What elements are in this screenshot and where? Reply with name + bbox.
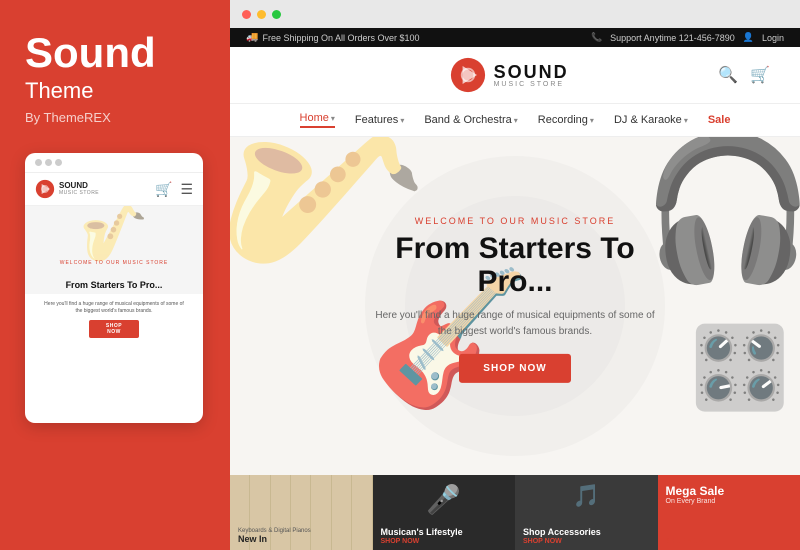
mobile-top-bar <box>25 153 203 173</box>
truck-icon: 🚚 <box>246 32 258 43</box>
announce-right: 📞 Support Anytime 121-456-7890 👤 Login <box>591 32 784 43</box>
hero-description: Here you'll find a huge range of musical… <box>375 308 655 340</box>
category-lifestyle-label: Musican's Lifestyle <box>381 527 508 538</box>
mobile-hero-title: From Starters To Pro... <box>25 280 203 290</box>
hero-main-title: From Starters To Pro... <box>375 232 655 298</box>
logo-tagline: MUSIC STORE <box>494 81 569 88</box>
category-accessories-overlay: Shop Accessories SHOP NOW <box>515 522 658 550</box>
mobile-welcome-text: WELCOME TO OUR MUSIC STORE <box>25 260 203 266</box>
right-panel: 🚚 Free Shipping On All Orders Over $100 … <box>230 0 800 550</box>
category-accessories-tag: SHOP NOW <box>523 538 650 545</box>
browser-dot-red <box>242 10 251 19</box>
header-icons: 🔍 🛒 <box>718 65 770 85</box>
mobile-hero-content: From Starters To Pro... <box>25 280 203 290</box>
nav-recording-label: Recording <box>538 114 588 126</box>
hero-section: 🎷 🎸 🎧 🎛️ WELCOME TO OUR MUSIC STORE From… <box>230 137 800 475</box>
category-sale-overlay: SHOP NOW <box>658 533 800 550</box>
browser-dot-green <box>272 10 281 19</box>
category-lifestyle[interactable]: 🎤 Musican's Lifestyle SHOP NOW <box>373 475 516 550</box>
hero-welcome-text: WELCOME TO OUR MUSIC STORE <box>375 216 655 226</box>
announce-support: Support Anytime 121-456-7890 <box>610 33 735 43</box>
hero-headphones: 🎧 <box>641 137 800 291</box>
left-panel: Sound Theme By ThemeREX SOUND MUSIC STOR… <box>0 0 230 550</box>
mobile-body-content: Here you'll find a huge range of musical… <box>25 294 203 338</box>
theme-author: By ThemeREX <box>25 110 205 125</box>
nav-item-recording[interactable]: Recording ▾ <box>538 114 594 126</box>
category-accessories[interactable]: 🎵 Shop Accessories SHOP NOW <box>515 475 658 550</box>
category-piano-label: New In <box>238 534 365 545</box>
mega-sale-sub: On Every Brand <box>666 498 725 505</box>
category-sale-tag: SHOP NOW <box>666 538 793 545</box>
hero-dj-equipment: 🎛️ <box>690 321 790 415</box>
mobile-window-dots <box>35 159 62 166</box>
nav-dj-label: DJ & Karaoke <box>614 114 682 126</box>
nav-band-label: Band & Orchestra <box>424 114 511 126</box>
announce-left: 🚚 Free Shipping On All Orders Over $100 <box>246 32 420 43</box>
category-piano-overlay: Keyboards & Digital Pianos New In <box>230 523 373 550</box>
browser-chrome <box>230 0 800 28</box>
mobile-logo: SOUND MUSIC STORE <box>35 179 99 199</box>
mobile-dot-3 <box>55 159 62 166</box>
theme-subtitle: Theme <box>25 78 205 104</box>
category-sale[interactable]: Mega Sale On Every Brand SHOP NOW <box>658 475 800 550</box>
nav-item-features[interactable]: Features ▾ <box>355 114 404 126</box>
mobile-header-icons: 🛒 ☰ <box>155 181 193 198</box>
logo-icon <box>450 57 486 93</box>
mega-sale-title: Mega Sale <box>666 485 725 498</box>
announcement-bar: 🚚 Free Shipping On All Orders Over $100 … <box>230 28 800 47</box>
nav-band-chevron: ▾ <box>514 116 518 125</box>
mobile-mockup: SOUND MUSIC STORE 🛒 ☰ 🎷 WELCOME TO OUR M… <box>25 153 203 423</box>
announce-login: Login <box>762 33 784 43</box>
site-header: SOUND MUSIC STORE 🔍 🛒 <box>230 47 800 104</box>
mobile-dot-1 <box>35 159 42 166</box>
logo-text-block: SOUND MUSIC STORE <box>494 63 569 88</box>
nav-item-home[interactable]: Home ▾ <box>300 112 335 128</box>
mobile-hero-desc: Here you'll find a huge range of musical… <box>33 299 195 315</box>
nav-home-label: Home <box>300 112 329 124</box>
mobile-logo-text: SOUND <box>59 182 99 190</box>
logo-name: SOUND <box>494 63 569 81</box>
theme-title: Sound <box>25 30 205 76</box>
mobile-hero: 🎷 WELCOME TO OUR MUSIC STORE From Starte… <box>25 206 203 294</box>
nav-bar: Home ▾ Features ▾ Band & Orchestra ▾ Rec… <box>230 104 800 137</box>
accessories-icon: 🎵 <box>573 483 600 509</box>
browser-dot-yellow <box>257 10 266 19</box>
support-icon: 📞 <box>591 32 602 43</box>
category-piano[interactable]: Keyboards & Digital Pianos New In <box>230 475 373 550</box>
hero-content: WELCOME TO OUR MUSIC STORE From Starters… <box>375 216 655 383</box>
nav-sale-label: Sale <box>708 114 731 126</box>
mega-sale-content: Mega Sale On Every Brand <box>666 485 725 505</box>
nav-recording-chevron: ▾ <box>590 116 594 125</box>
category-accessories-label: Shop Accessories <box>523 527 650 538</box>
mobile-logo-sub: MUSIC STORE <box>59 190 99 196</box>
user-icon: 👤 <box>743 32 754 43</box>
category-lifestyle-overlay: Musican's Lifestyle SHOP NOW <box>373 522 516 550</box>
mobile-header: SOUND MUSIC STORE 🛒 ☰ <box>25 173 203 206</box>
header-search-icon[interactable]: 🔍 <box>718 65 738 85</box>
nav-features-label: Features <box>355 114 398 126</box>
nav-item-sale[interactable]: Sale <box>708 114 731 126</box>
category-lifestyle-tag: SHOP NOW <box>381 538 508 545</box>
announce-shipping: Free Shipping On All Orders Over $100 <box>262 33 419 43</box>
nav-dj-chevron: ▾ <box>684 116 688 125</box>
mobile-sax-image: 🎷 <box>80 206 148 266</box>
site-logo: SOUND MUSIC STORE <box>450 57 569 93</box>
mobile-shop-button[interactable]: SHOP NOW <box>89 320 139 338</box>
microphone-icon: 🎤 <box>426 483 461 516</box>
nav-features-chevron: ▾ <box>400 116 404 125</box>
nav-item-band[interactable]: Band & Orchestra ▾ <box>424 114 517 126</box>
mobile-logo-icon <box>35 179 55 199</box>
nav-item-dj[interactable]: DJ & Karaoke ▾ <box>614 114 688 126</box>
hero-cta-button[interactable]: SHOP NOW <box>459 354 570 383</box>
header-cart-icon[interactable]: 🛒 <box>750 65 770 85</box>
nav-home-chevron: ▾ <box>331 114 335 123</box>
category-strip: Keyboards & Digital Pianos New In 🎤 Musi… <box>230 475 800 550</box>
mobile-cart-icon: 🛒 <box>155 181 172 198</box>
browser-body: 🚚 Free Shipping On All Orders Over $100 … <box>230 28 800 550</box>
mobile-menu-icon: ☰ <box>180 181 193 198</box>
mobile-dot-2 <box>45 159 52 166</box>
